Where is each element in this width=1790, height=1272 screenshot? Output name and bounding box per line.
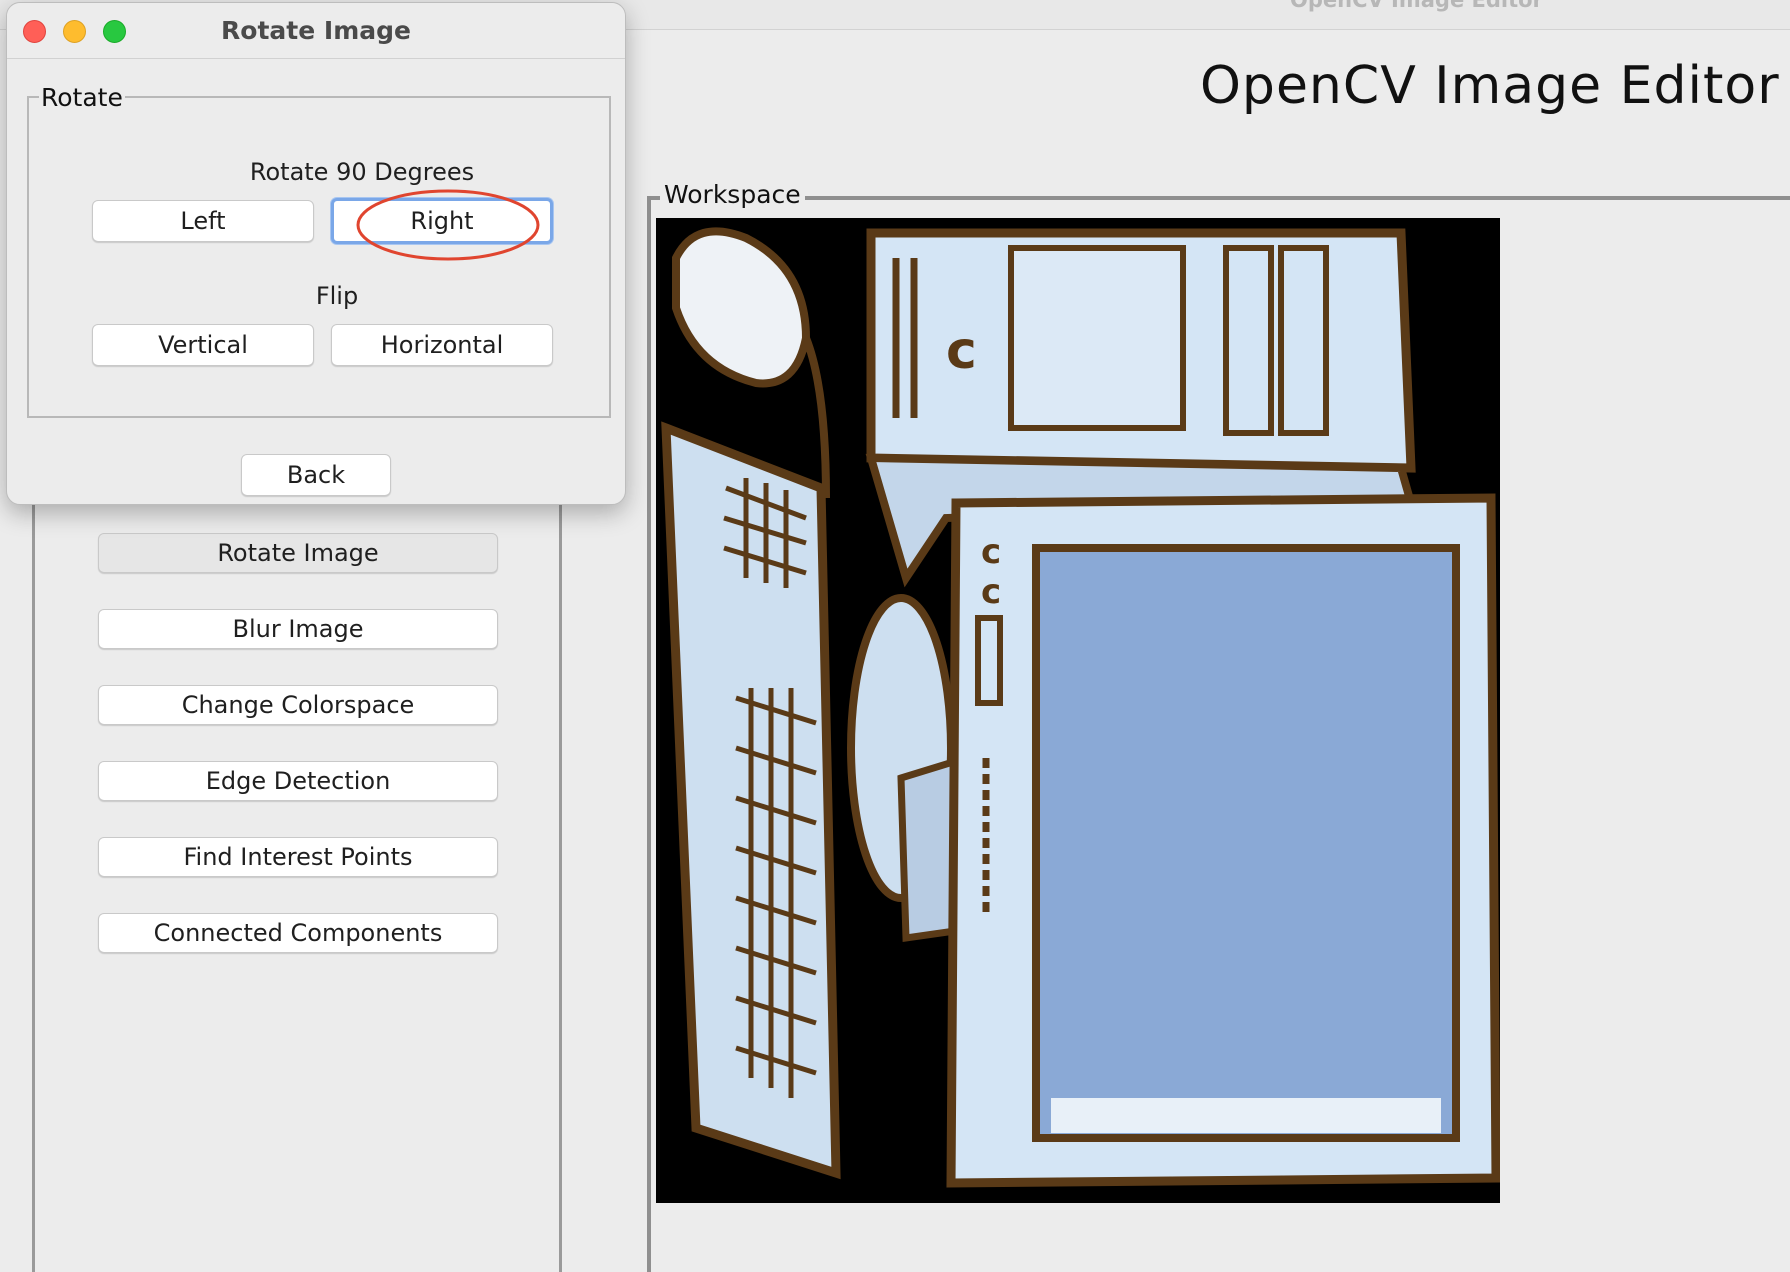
svg-text:c: c [981, 532, 1001, 572]
connected-components-button[interactable]: Connected Components [98, 913, 498, 953]
flip-label: Flip [315, 282, 359, 310]
computer-illustration: c c c [656, 218, 1500, 1203]
app-heading: OpenCV Image Editor [1200, 56, 1780, 116]
edge-detection-button[interactable]: Edge Detection [98, 761, 498, 801]
workspace-image: c c c [656, 218, 1500, 1203]
change-colorspace-button[interactable]: Change Colorspace [98, 685, 498, 725]
flip-horizontal-button[interactable]: Horizontal [331, 324, 553, 366]
main-window-title: OpenCV Image Editor [1290, 0, 1543, 12]
blur-image-button[interactable]: Blur Image [98, 609, 498, 649]
rotate-image-dialog: Rotate Image Rotate Rotate 90 Degrees Le… [6, 2, 626, 505]
rotate-group-legend: Rotate [39, 83, 125, 112]
find-interest-points-button[interactable]: Find Interest Points [98, 837, 498, 877]
svg-text:c: c [946, 321, 977, 381]
dialog-title: Rotate Image [221, 16, 411, 45]
rotate-90-label: Rotate 90 Degrees [249, 158, 475, 186]
dialog-titlebar: Rotate Image [7, 3, 625, 59]
back-button[interactable]: Back [241, 454, 391, 496]
rotate-left-button[interactable]: Left [92, 200, 314, 242]
workspace-legend: Workspace [660, 180, 805, 209]
rotate-image-button[interactable]: Rotate Image [98, 533, 498, 573]
rotate-group-box [27, 96, 611, 418]
svg-text:c: c [981, 572, 1001, 612]
flip-vertical-button[interactable]: Vertical [92, 324, 314, 366]
rotate-right-button[interactable]: Right [331, 198, 553, 244]
